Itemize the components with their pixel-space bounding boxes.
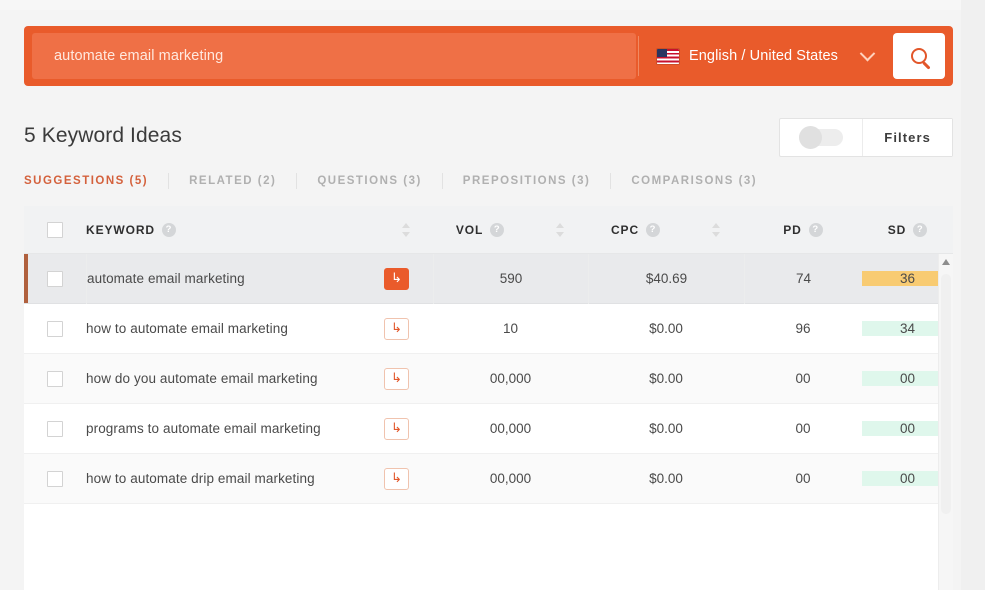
row-pd-cell: 00: [795, 471, 811, 486]
row-keyword-cell: how to automate drip email marketing ↳: [86, 467, 433, 490]
cpc-help-icon[interactable]: ?: [646, 222, 661, 237]
row-cpc-cell: $40.69: [588, 253, 744, 304]
chevron-down-icon: [859, 45, 876, 61]
row-select-cell: [24, 370, 86, 387]
table-empty-area: [24, 504, 953, 590]
sd-help-icon[interactable]: ?: [913, 222, 928, 237]
open-keyword-icon[interactable]: ↳: [384, 417, 409, 440]
sort-keyword-icon[interactable]: [402, 222, 411, 237]
open-keyword-icon[interactable]: ↳: [384, 317, 409, 340]
row-checkbox[interactable]: [47, 420, 63, 437]
tab-questions[interactable]: QUESTIONS (3): [297, 173, 443, 189]
keyword-help-icon[interactable]: ?: [161, 222, 176, 237]
header-keyword-label: KEYWORD ?: [86, 222, 176, 237]
row-vol-cell: 00,000: [489, 371, 532, 386]
filters-group: Filters: [779, 118, 953, 157]
header-vol-label: VOL ?: [456, 222, 505, 237]
language-selector[interactable]: English / United States: [641, 33, 887, 79]
table-row[interactable]: programs to automate email marketing ↳ 0…: [24, 404, 953, 454]
row-pd-cell: 74: [744, 253, 862, 304]
row-checkbox[interactable]: [47, 370, 63, 387]
row-vol-cell: 590: [433, 253, 588, 304]
filters-toggle[interactable]: [780, 119, 864, 156]
search-bar: English / United States: [24, 26, 953, 86]
tab-related[interactable]: RELATED (2): [169, 173, 298, 189]
page-right-gutter: [961, 0, 985, 590]
pd-help-icon[interactable]: ?: [808, 222, 823, 237]
table-header-row: KEYWORD ? VOL ? CPC ? PD ? SD ?: [24, 206, 953, 254]
tab-suggestions[interactable]: SUGGESTIONS (5): [24, 173, 170, 189]
search-divider: [638, 36, 639, 76]
header-cpc-cell: CPC ?: [588, 222, 744, 237]
row-keyword-cell: how to automate email marketing ↳: [86, 317, 433, 340]
table-row[interactable]: how do you automate email marketing ↳ 00…: [24, 354, 953, 404]
vol-help-icon[interactable]: ?: [490, 222, 505, 237]
table-row[interactable]: how to automate drip email marketing ↳ 0…: [24, 454, 953, 504]
keyword-text: how do you automate email marketing: [86, 371, 318, 386]
language-label: English / United States: [689, 48, 838, 64]
tab-bar: SUGGESTIONS (5) RELATED (2) QUESTIONS (3…: [24, 173, 777, 189]
row-vol-cell: 00,000: [489, 471, 532, 486]
tab-comparisons[interactable]: COMPARISONS (3): [611, 173, 777, 189]
row-select-cell: [24, 470, 86, 487]
open-keyword-icon[interactable]: ↳: [384, 467, 409, 490]
header-cpc-label: CPC ?: [611, 222, 661, 237]
row-pd-cell: 00: [795, 371, 811, 386]
header-pd-label: PD ?: [783, 222, 823, 237]
sort-vol-icon[interactable]: [556, 222, 565, 237]
table-scrollbar[interactable]: [938, 254, 953, 590]
table-body: automate email marketing ↳ 590 $40.69 74…: [24, 253, 953, 590]
keyword-text: how to automate drip email marketing: [86, 471, 315, 486]
row-pd-cell: 00: [795, 421, 811, 436]
row-cpc-cell: $0.00: [649, 321, 683, 336]
toggle-knob: [799, 126, 823, 149]
filters-button[interactable]: Filters: [863, 119, 952, 156]
select-all-checkbox[interactable]: [47, 221, 63, 238]
row-keyword-cell: programs to automate email marketing ↳: [86, 417, 433, 440]
scroll-up-icon[interactable]: [942, 259, 950, 265]
page-title: 5 Keyword Ideas: [24, 124, 182, 147]
header-select-all-cell: [24, 221, 86, 238]
row-keyword-cell: how do you automate email marketing ↳: [86, 367, 433, 390]
row-vol-cell: 10: [502, 321, 519, 336]
row-vol-cell: 00,000: [489, 421, 532, 436]
row-keyword-cell: automate email marketing ↳: [86, 253, 433, 304]
row-checkbox[interactable]: [47, 320, 63, 337]
table-row[interactable]: how to automate email marketing ↳ 10 $0.…: [24, 304, 953, 354]
keyword-text: programs to automate email marketing: [86, 421, 321, 436]
row-select-cell: [24, 420, 86, 437]
row-pd-cell: 96: [795, 321, 811, 336]
row-checkbox[interactable]: [47, 470, 63, 487]
scrollbar-thumb[interactable]: [941, 274, 951, 514]
toggle-track: [799, 126, 844, 149]
row-select-cell: [24, 270, 86, 287]
header-keyword-cell: KEYWORD ?: [86, 222, 433, 237]
keyword-table: KEYWORD ? VOL ? CPC ? PD ? SD ? automate…: [24, 206, 953, 590]
us-flag-icon: [657, 48, 679, 64]
header-sd-cell: SD ?: [862, 222, 953, 237]
row-checkbox[interactable]: [47, 270, 63, 287]
header-pd-cell: PD ?: [744, 222, 862, 237]
open-keyword-icon[interactable]: ↳: [384, 367, 409, 390]
row-select-cell: [24, 320, 86, 337]
open-keyword-icon[interactable]: ↳: [384, 267, 409, 290]
row-cpc-cell: $0.00: [649, 371, 683, 386]
table-row[interactable]: automate email marketing ↳ 590 $40.69 74…: [24, 253, 953, 304]
header-vol-cell: VOL ?: [433, 222, 588, 237]
row-cpc-cell: $0.00: [649, 421, 683, 436]
search-input[interactable]: [32, 33, 636, 79]
search-icon: [911, 48, 927, 64]
tab-prepositions[interactable]: PREPOSITIONS (3): [443, 173, 612, 189]
page-top-strip: [0, 0, 985, 10]
keyword-text: automate email marketing: [87, 271, 245, 286]
keyword-research-page: English / United States 5 Keyword Ideas …: [0, 0, 985, 590]
keyword-text: how to automate email marketing: [86, 321, 288, 336]
sort-cpc-icon[interactable]: [712, 222, 721, 237]
row-cpc-cell: $0.00: [649, 471, 683, 486]
search-button[interactable]: [893, 33, 945, 79]
header-sd-label: SD ?: [888, 222, 928, 237]
